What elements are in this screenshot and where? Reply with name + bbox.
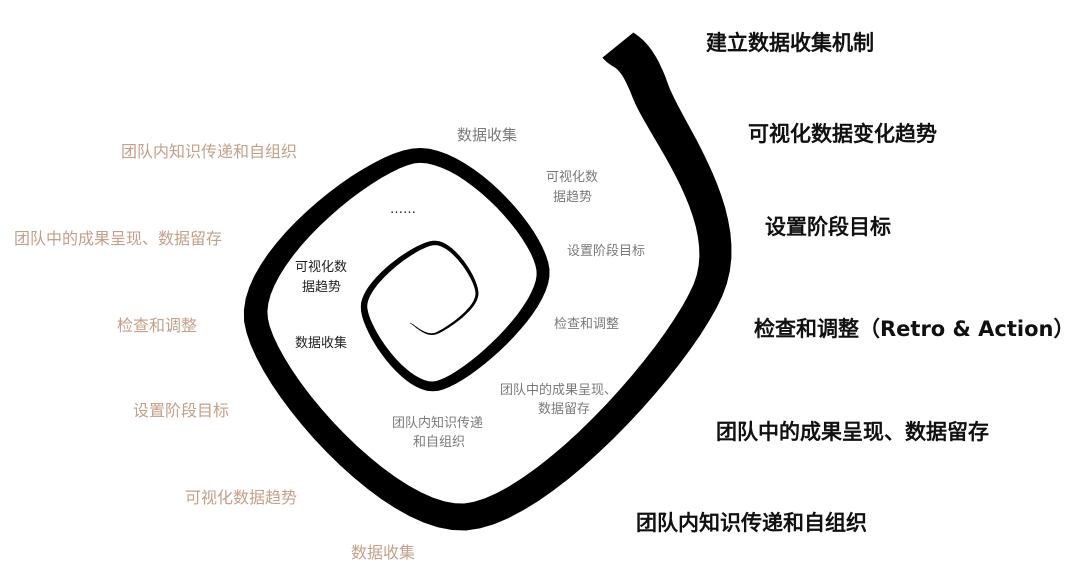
middle-label-knowledge-1: 团队内知识传递 <box>392 416 484 431</box>
left-label-visualize: 可视化数据趋势 <box>185 488 298 507</box>
left-label-check: 检查和调整 <box>117 316 198 335</box>
middle-label-check: 检查和调整 <box>554 317 620 332</box>
outer-label-set-goals: 设置阶段目标 <box>765 215 891 239</box>
middle-label-goals: 设置阶段目标 <box>567 244 646 259</box>
middle-label-results-1: 团队中的成果呈现、 <box>500 383 618 398</box>
middle-label-visualize-1: 可视化数 <box>546 170 599 185</box>
inner-label-visualize-2: 据趋势 <box>302 280 342 295</box>
middle-label-collect: 数据收集 <box>457 126 518 144</box>
outer-label-retro: 检查和调整（Retro & Action） <box>754 317 1075 341</box>
inner-label-visualize-1: 可视化数 <box>295 260 348 275</box>
outer-label-visualize-trends: 可视化数据变化趋势 <box>748 122 937 146</box>
left-label-knowledge: 团队内知识传递和自组织 <box>121 142 298 161</box>
middle-label-visualize-2: 据趋势 <box>553 190 593 205</box>
inner-label-collect: 数据收集 <box>295 336 348 351</box>
outer-label-data-mechanism: 建立数据收集机制 <box>706 31 874 55</box>
spiral-diagram <box>243 32 732 531</box>
middle-label-results-2: 数据留存 <box>538 402 591 417</box>
inner-label-ellipsis: …… <box>390 202 416 217</box>
middle-label-knowledge-2: 和自组织 <box>413 435 466 450</box>
outer-label-results: 团队中的成果呈现、数据留存 <box>716 420 989 444</box>
left-label-goals: 设置阶段目标 <box>133 401 230 420</box>
left-label-results: 团队中的成果呈现、数据留存 <box>14 229 223 248</box>
outer-label-knowledge: 团队内知识传递和自组织 <box>636 511 867 535</box>
left-label-collect: 数据收集 <box>351 543 416 562</box>
